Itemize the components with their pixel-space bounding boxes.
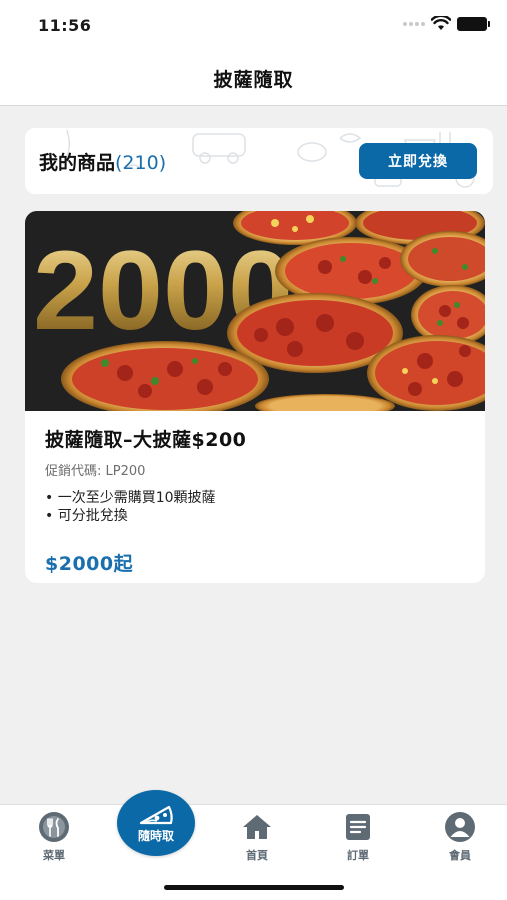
home-icon [243,815,271,839]
tab-home-label: 首頁 [246,849,268,862]
member-icon [445,812,475,842]
page-title: 披薩隨取 [213,69,294,91]
product-banner-image: 2000 [25,211,485,411]
wifi-icon [431,16,451,30]
my-products-label: 我的商品 [39,151,116,174]
my-products-title: 我的商品(210) [39,148,166,175]
redeem-now-button[interactable]: 立即兌換 [359,143,477,179]
product-name: 披薩隨取–大披薩$200 [45,429,247,451]
nav-bar: 披薩隨取 [0,52,507,106]
signal-icon [403,21,425,26]
order-list-icon [346,814,370,840]
pizza-slice-icon [139,805,173,824]
bullet-item: 一次至少需購買10顆披薩 [45,489,485,507]
status-icons [403,16,490,31]
status-bar: 11:56 [0,0,507,52]
tab-member[interactable]: 會員 [420,811,500,867]
home-indicator [164,885,344,890]
tab-orders[interactable]: 訂單 [318,811,398,867]
product-card[interactable]: 2000 披薩隨取–大披薩$200 促銷代碼: LP200 • 一次至少需購買1… [25,211,485,583]
tab-member-label: 會員 [449,849,471,862]
tab-orders-label: 訂單 [347,849,369,862]
tab-pickup-anytime[interactable]: 隨時取 [117,790,195,856]
status-time: 11:56 [38,16,92,35]
product-bullets: 一次至少需購買10顆披薩 可分批兌換 [45,489,485,525]
product-price: $2000起 [45,553,134,575]
tab-pickup-label: 隨時取 [137,828,174,843]
tab-menu[interactable]: 菜單 [14,811,94,867]
battery-icon [457,16,490,31]
tab-home[interactable]: 首頁 [217,811,297,867]
bullet-item: 可分批兌換 [45,507,485,525]
product-details: 披薩隨取–大披薩$200 促銷代碼: LP200 一次至少需購買10顆披薩 可分… [25,411,485,576]
my-products-card: 我的商品(210) 立即兌換 [25,128,493,194]
tab-menu-label: 菜單 [43,849,65,862]
my-products-count: (210) [115,151,167,174]
promo-code: 促銷代碼: LP200 [45,464,146,479]
menu-utensils-icon [39,812,69,842]
